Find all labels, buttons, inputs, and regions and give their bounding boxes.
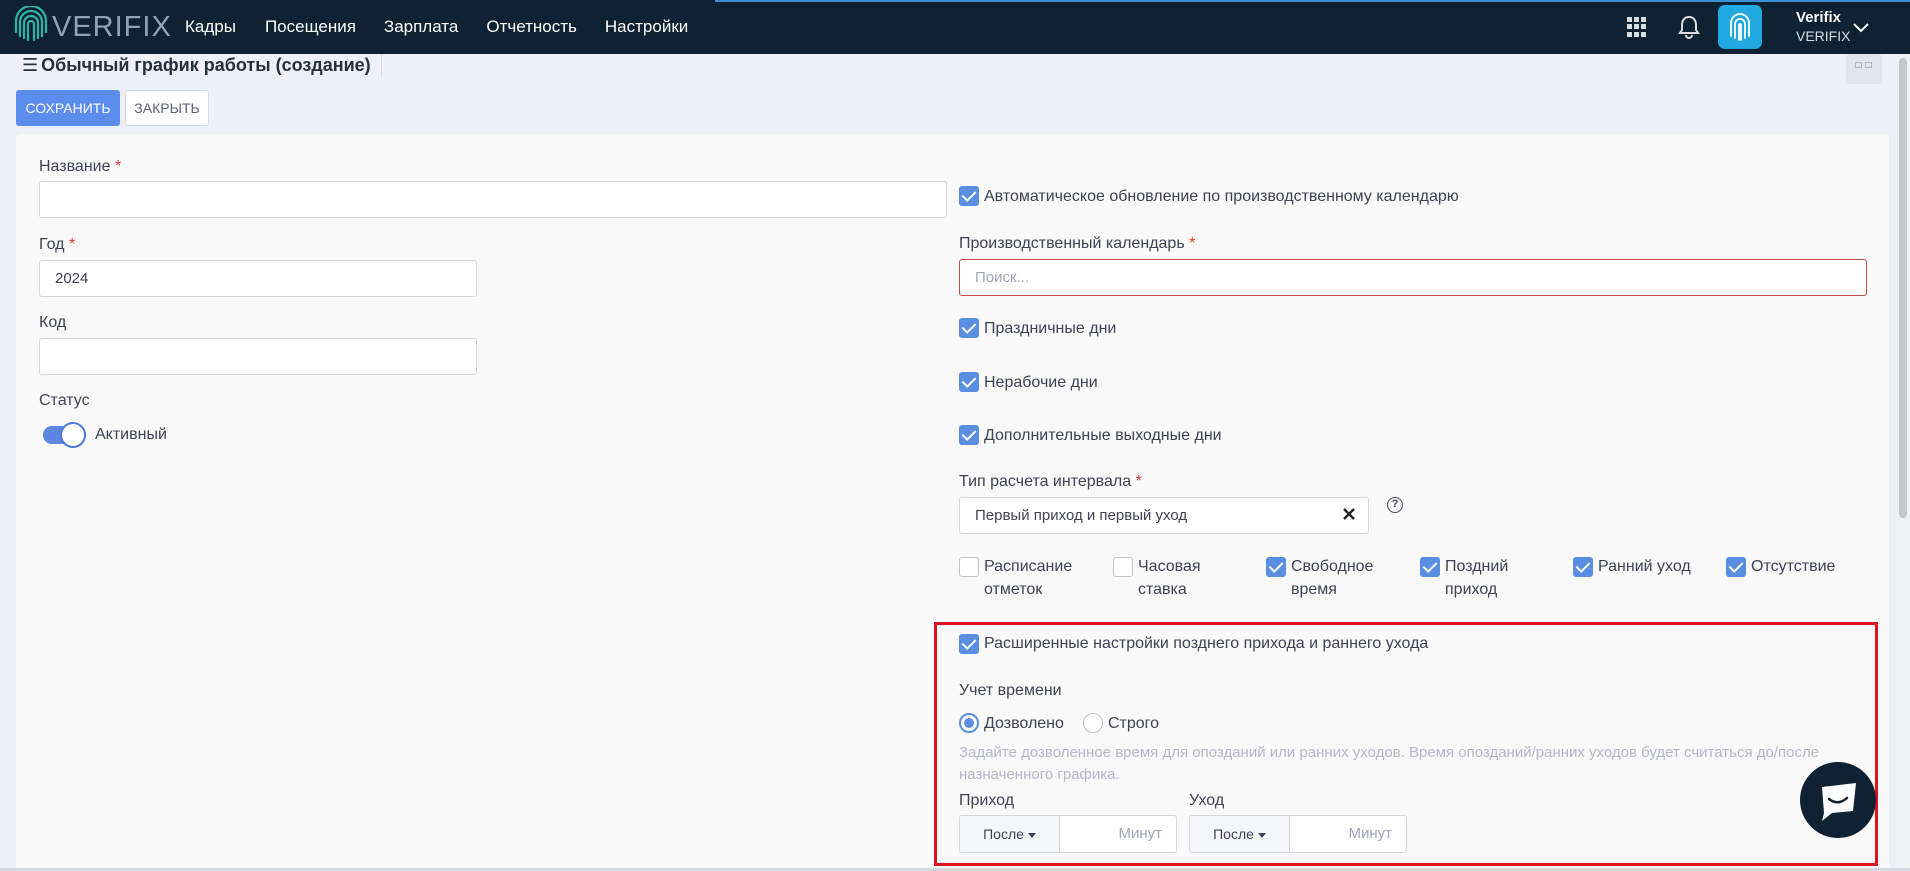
radio-strict[interactable]: [1083, 713, 1103, 733]
extra-days-off-checkbox[interactable]: [959, 425, 979, 445]
name-input[interactable]: [39, 181, 947, 218]
save-button[interactable]: СОХРАНИТЬ: [16, 90, 120, 126]
extended-settings-label: Расширенные настройки позднего прихода и…: [984, 635, 1429, 652]
page-title-text: Обычный график работы (создание): [41, 55, 371, 75]
option-free-time-label: Свободное время: [1291, 558, 1374, 598]
app-logo[interactable]: VERIFIX: [14, 6, 172, 48]
page-title: ☰ Обычный график работы (создание): [22, 54, 371, 76]
caret-down-icon: [1027, 832, 1036, 838]
close-button[interactable]: ЗАКРЫТЬ: [125, 90, 209, 126]
option-early-leave-checkbox[interactable]: [1573, 557, 1593, 577]
nav-item-salary[interactable]: Зарплата: [384, 16, 458, 38]
help-icon[interactable]: ?: [1387, 497, 1403, 513]
option-absence-label: Отсутствие: [1751, 558, 1836, 575]
radio-allowed-label: Дозволено: [984, 715, 1064, 732]
year-label: Год *: [39, 236, 76, 253]
option-absence-checkbox[interactable]: [1726, 557, 1746, 577]
nonworking-days-label: Нерабочие дни: [984, 374, 1098, 391]
calendar-label: Производственный календарь *: [959, 235, 1196, 252]
nav-item-attendance[interactable]: Посещения: [265, 16, 356, 38]
fingerprint-icon: [1730, 13, 1750, 41]
calendar-search-input[interactable]: Поиск...: [959, 259, 1867, 296]
menu-icon[interactable]: ☰: [22, 55, 38, 75]
user-company: VERIFIX: [1796, 28, 1851, 44]
user-name: Verifix: [1796, 9, 1842, 26]
bell-icon[interactable]: [1678, 14, 1700, 40]
option-schedule-marks-checkbox[interactable]: [959, 557, 979, 577]
auto-update-label: Автоматическое обновление по производств…: [984, 188, 1459, 205]
holidays-checkbox[interactable]: [959, 318, 979, 338]
extended-settings-checkbox[interactable]: [959, 634, 979, 654]
radio-allowed[interactable]: [959, 713, 979, 733]
time-accounting-label: Учет времени: [959, 682, 1062, 699]
arrival-minutes-group: После Минут: [959, 815, 1177, 853]
code-input[interactable]: [39, 338, 477, 375]
departure-minutes-input[interactable]: Минут: [1348, 816, 1392, 852]
status-toggle[interactable]: [43, 422, 86, 448]
nav-item-personnel[interactable]: Кадры: [185, 16, 236, 38]
arrival-label: Приход: [959, 792, 1015, 809]
chat-icon: [1822, 783, 1856, 821]
option-late-arrival-checkbox[interactable]: [1420, 557, 1440, 577]
code-label: Код: [39, 314, 67, 331]
allowed-time-hint: Задайте дозволенное время для опозданий …: [959, 744, 1820, 783]
option-hourly-rate-label: Часовая ставка: [1138, 558, 1201, 598]
scrollbar[interactable]: [1896, 54, 1910, 871]
departure-label: Уход: [1189, 792, 1225, 809]
option-late-arrival-label: Поздний приход: [1445, 558, 1509, 598]
user-menu[interactable]: Verifix VERIFIX: [1796, 9, 1850, 45]
option-hourly-rate-checkbox[interactable]: [1113, 557, 1133, 577]
arrival-minutes-input[interactable]: Минут: [1118, 816, 1162, 852]
holidays-label: Праздничные дни: [984, 320, 1117, 337]
interval-type-label: Тип расчета интервала *: [959, 473, 1142, 490]
avatar[interactable]: [1718, 5, 1762, 49]
year-input[interactable]: 2024: [39, 260, 477, 297]
departure-minutes-group: После Минут: [1189, 815, 1407, 853]
top-navbar: VERIFIX Кадры Посещения Зарплата Отчетно…: [0, 0, 1910, 54]
caret-down-icon: [1257, 832, 1266, 838]
option-free-time-checkbox[interactable]: [1266, 557, 1286, 577]
option-schedule-marks-label: Расписание отметок: [984, 558, 1073, 598]
radio-strict-label: Строго: [1108, 715, 1160, 732]
auto-update-checkbox[interactable]: [959, 186, 979, 206]
option-early-leave-label: Ранний уход: [1598, 558, 1691, 575]
interval-type-select[interactable]: Первый приход и первый уход: [959, 497, 1369, 534]
apps-grid-icon[interactable]: [1627, 17, 1647, 37]
layout-toggle-button[interactable]: [1846, 54, 1882, 84]
fingerprint-logo-icon: [14, 6, 48, 42]
extra-days-off-label: Дополнительные выходные дни: [984, 427, 1222, 444]
name-label: Название *: [39, 158, 122, 175]
nav-item-reports[interactable]: Отчетность: [486, 16, 577, 38]
departure-mode-dropdown[interactable]: После: [1190, 816, 1290, 852]
clear-icon[interactable]: [1342, 507, 1356, 521]
status-value: Активный: [95, 426, 167, 443]
logo-text: VERIFIX: [52, 10, 172, 43]
status-label: Статус: [39, 392, 90, 409]
nav-item-settings[interactable]: Настройки: [605, 16, 688, 38]
nonworking-days-checkbox[interactable]: [959, 372, 979, 392]
chat-button[interactable]: [1800, 762, 1876, 838]
arrival-mode-dropdown[interactable]: После: [960, 816, 1060, 852]
main-nav: Кадры Посещения Зарплата Отчетность Наст…: [185, 16, 716, 38]
calendar-placeholder: Поиск...: [975, 269, 1030, 286]
topbar-accent-line: [715, 0, 1910, 2]
title-divider: [381, 54, 382, 78]
chevron-down-icon[interactable]: [1852, 22, 1870, 34]
